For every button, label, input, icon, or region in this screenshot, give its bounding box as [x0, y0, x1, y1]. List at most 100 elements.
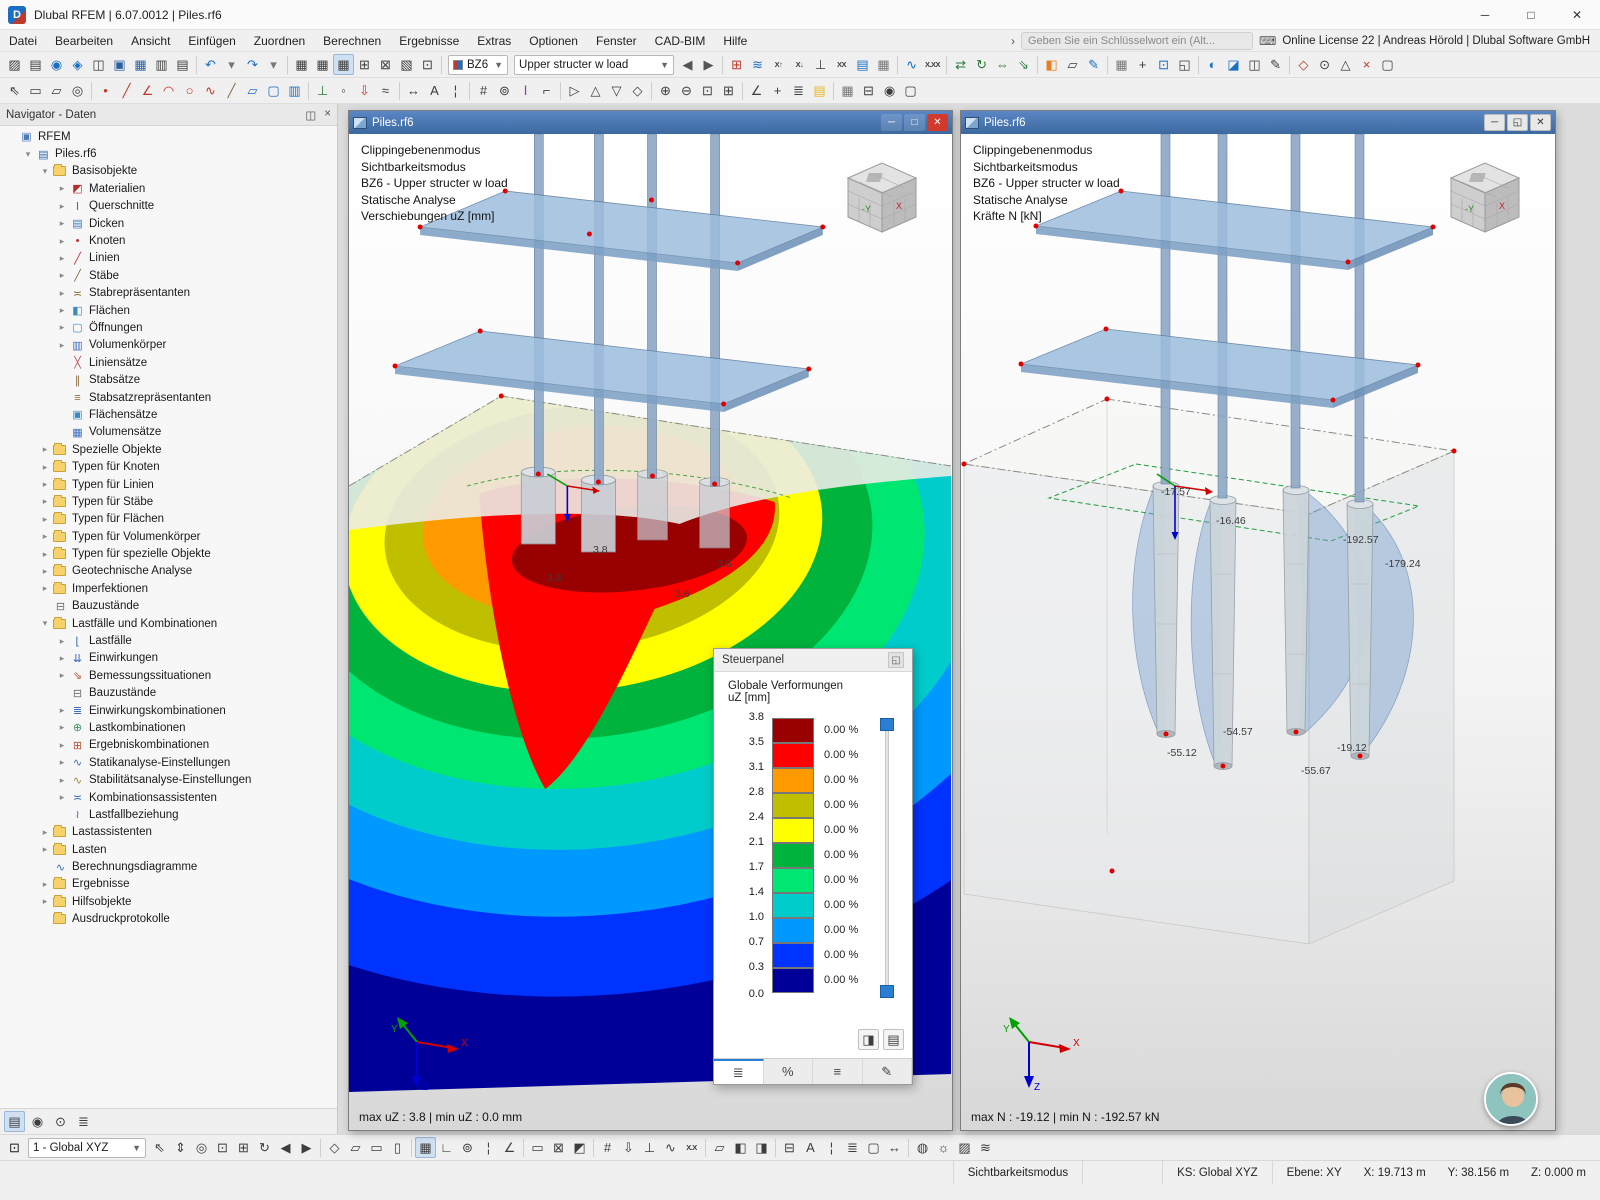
expand-icon[interactable]: ▸	[55, 775, 69, 786]
expand-icon[interactable]: ▸	[38, 844, 52, 855]
expand-icon[interactable]: ▸	[38, 514, 52, 525]
tree-item[interactable]: ⊟Bauzustände	[0, 685, 337, 702]
clip-box-icon[interactable]: ▢	[863, 1137, 884, 1158]
tree-item[interactable]: ▸Lastassistenten	[0, 824, 337, 841]
child-minimize-button[interactable]: ─	[881, 114, 902, 131]
new-imperfection-icon[interactable]: ≈	[375, 80, 396, 101]
expand-icon[interactable]: ▸	[55, 757, 69, 768]
measure-icon[interactable]: ↔	[884, 1137, 905, 1158]
tree-item[interactable]: ▸ⅠQuerschnitte	[0, 198, 337, 215]
tree-item[interactable]: ▣RFEM	[0, 128, 337, 145]
slider-handle-bottom[interactable]	[880, 985, 894, 998]
table-print-icon[interactable]: ⊡	[417, 54, 438, 75]
forces-scene[interactable]	[961, 134, 1555, 1130]
snap-ortho-icon[interactable]: ∟	[436, 1137, 457, 1158]
expand-icon[interactable]: ▸	[38, 444, 52, 455]
menu-bearbeiten[interactable]: Bearbeiten	[46, 32, 122, 50]
view-in-z-icon[interactable]: ▽	[606, 80, 627, 101]
values-x-down-icon[interactable]: X↓	[789, 54, 810, 75]
expand-icon[interactable]: ▸	[55, 201, 69, 212]
settings-bottom-icon[interactable]: ≋	[975, 1137, 996, 1158]
navigator-dock-icon[interactable]: ◫	[305, 108, 316, 122]
minimize-button[interactable]: ─	[1462, 0, 1508, 30]
menu-zuordnen[interactable]: Zuordnen	[245, 32, 314, 50]
table-layout-2-icon[interactable]: ▦	[312, 54, 333, 75]
navigation-cube[interactable]: -Y X	[1437, 154, 1533, 240]
measure-angle-icon[interactable]: ∠	[746, 80, 767, 101]
render-wireframe-icon[interactable]: ▱	[1062, 54, 1083, 75]
tree-item[interactable]: Ausdruckprotokolle	[0, 911, 337, 928]
dlubal-connect-icon[interactable]: ◉	[46, 54, 67, 75]
print-graphic-icon[interactable]: ⊟	[858, 80, 879, 101]
camera-navigator-tab[interactable]: ⊙	[50, 1111, 71, 1132]
display-properties-icon[interactable]: ✎	[1083, 54, 1104, 75]
color-scale-icon[interactable]: ▤	[809, 80, 830, 101]
tree-item[interactable]: ▸⇊Einwirkungen	[0, 650, 337, 667]
show-values-icon[interactable]: X.X	[681, 1137, 702, 1158]
show-result-values-icon[interactable]: X.XX	[922, 54, 943, 75]
delete-results-icon[interactable]: ×	[1356, 54, 1377, 75]
zoom-all-icon[interactable]: ⊞	[233, 1137, 254, 1158]
3d-rendering-icon[interactable]: ◇	[1293, 54, 1314, 75]
clipboard-icon[interactable]: ▤	[25, 54, 46, 75]
new-member-icon[interactable]: ╱	[221, 80, 242, 101]
values-x-up-icon[interactable]: X↑	[768, 54, 789, 75]
grid-icon[interactable]: ▦	[1111, 54, 1132, 75]
tree-item[interactable]: ▾Basisobjekte	[0, 163, 337, 180]
bim-apps-icon[interactable]: ◈	[67, 54, 88, 75]
coordinate-system-combo[interactable]: 1 - Global XYZ ▼	[28, 1138, 146, 1158]
paste-icon[interactable]: ▨	[4, 54, 25, 75]
tree-item[interactable]: ⊟Bauzustände	[0, 598, 337, 615]
snap-icon[interactable]: +	[1132, 54, 1153, 75]
undo-dropdown-icon[interactable]: ▾	[221, 54, 242, 75]
table-layout-3-icon[interactable]: ▦	[333, 54, 354, 75]
isometric-icon[interactable]: ◇	[324, 1137, 345, 1158]
text-comment-icon[interactable]: A	[424, 80, 445, 101]
table-script-icon[interactable]: ⊠	[375, 54, 396, 75]
collapse-icon[interactable]: ▾	[38, 618, 52, 629]
menu-ansicht[interactable]: Ansicht	[122, 32, 179, 50]
menu-optionen[interactable]: Optionen	[520, 32, 587, 50]
renderer-icon[interactable]: ◍	[912, 1137, 933, 1158]
tree-item[interactable]: ▸Typen für spezielle Objekte	[0, 545, 337, 562]
visibility-mode-icon[interactable]: ◐	[1202, 54, 1223, 75]
data-navigator-tab[interactable]: ▤	[4, 1111, 25, 1132]
invert-selection-icon[interactable]: ◩	[569, 1137, 590, 1158]
calculation-settings-icon[interactable]: ≋	[747, 54, 768, 75]
edit-scale-tab[interactable]: ✎	[863, 1059, 913, 1084]
redo-dropdown-icon[interactable]: ▾	[263, 54, 284, 75]
keyboard-shortcuts-icon[interactable]: ⌨	[1259, 34, 1276, 48]
tree-item[interactable]: ▸Typen für Volumenkörper	[0, 528, 337, 545]
fullscreen-icon[interactable]: ▢	[900, 80, 921, 101]
expand-icon[interactable]: ▸	[38, 531, 52, 542]
tree-item[interactable]: ▸Typen für Flächen	[0, 511, 337, 528]
guideline-icon[interactable]: ¦	[445, 80, 466, 101]
result-grid-icon[interactable]: ▦	[873, 54, 894, 75]
zoom-window-icon[interactable]: ⊡	[697, 80, 718, 101]
margins-icon[interactable]: ⊟	[779, 1137, 800, 1158]
menu-extras[interactable]: Extras	[468, 32, 520, 50]
previous-view-icon[interactable]: ◀	[275, 1137, 296, 1158]
section-icon[interactable]: ◫	[1244, 54, 1265, 75]
tree-item[interactable]: ▸•Knoten	[0, 232, 337, 249]
child-window-titlebar[interactable]: Piles.rf6 ─ ◱ ✕	[961, 111, 1555, 134]
loadcase-combo[interactable]: Upper structer w load ▼	[514, 55, 674, 75]
member-axes-icon[interactable]: ⌐	[536, 80, 557, 101]
zoom-all-icon[interactable]: ⊞	[718, 80, 739, 101]
tree-item[interactable]: ▸≍Kombinationsassistenten	[0, 789, 337, 806]
expand-icon[interactable]: ▸	[55, 270, 69, 281]
isometric-view-icon[interactable]: ◇	[627, 80, 648, 101]
tree-item[interactable]: ≡Stabsatzrepräsentanten	[0, 389, 337, 406]
color-scale-tab[interactable]: ≣	[714, 1059, 764, 1084]
expand-icon[interactable]: ▸	[55, 653, 69, 664]
tree-item[interactable]: ≀Lastfallbeziehung	[0, 806, 337, 823]
tree-item[interactable]: ▸≣Einwirkungskombinationen	[0, 702, 337, 719]
show-results-icon[interactable]: ∿	[901, 54, 922, 75]
solid-model-icon[interactable]: ◧	[730, 1137, 751, 1158]
table-results-icon[interactable]: ⊞	[354, 54, 375, 75]
user-coordinate-system-icon[interactable]: +	[767, 80, 788, 101]
expand-icon[interactable]: ▸	[55, 792, 69, 803]
tree-item[interactable]: ▸▤Dicken	[0, 215, 337, 232]
show-loads-icon[interactable]: ⇩	[618, 1137, 639, 1158]
child-close-button[interactable]: ✕	[927, 114, 948, 131]
